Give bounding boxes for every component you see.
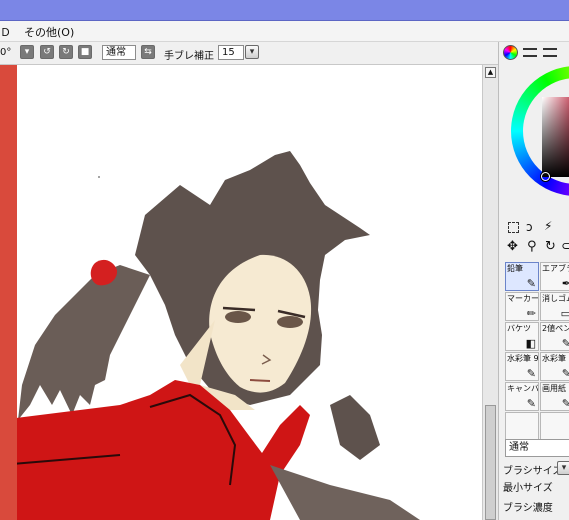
tool-label: キャンバス アクリル [507,384,539,393]
rotate-left-button[interactable]: ↺ [40,45,54,59]
chevron-down-icon: ▾ [249,47,255,57]
scroll-up-button[interactable]: ▲ [485,67,496,78]
tool-label: マーカー [507,294,539,303]
stabilizer-dropdown-button[interactable]: ▾ [245,45,259,59]
chevron-down-icon: ▾ [24,47,30,57]
flip-icon: ⇆ [144,47,152,57]
marker-icon: ✏ [526,307,536,320]
airbrush-icon: ✒ [562,278,569,289]
tool-label: 画用紙 アクリル [542,384,569,393]
tool-label: 鉛筆 [507,264,523,273]
triangle-up-icon: ▲ [487,68,494,76]
reset-rotation-button[interactable]: ■ [78,45,92,59]
color-picker-cursor[interactable] [541,172,550,181]
tool-paper-acrylic[interactable]: 画用紙 アクリル ✎ [540,382,569,411]
saturation-value-square[interactable] [542,97,569,177]
canvas-acrylic-icon: ✎ [526,397,536,410]
tool-label: 消しゴム [542,294,569,303]
tool-bucket[interactable]: バケツ ◧ [505,322,539,351]
color-wheel-icon[interactable] [503,45,518,60]
rotation-dropdown-button[interactable]: ▾ [20,45,34,59]
magic-wand-icon[interactable]: ⚡ [544,219,552,233]
tool-label: 水彩筆 9版 [507,354,539,363]
brush-blend-mode-select[interactable]: 通常 [505,439,569,457]
move-icon[interactable]: ✥ [507,239,518,254]
hsv-slider-icon[interactable] [543,48,557,57]
brush-size-label: ブラシサイズ [503,466,563,477]
rgb-slider-icon[interactable] [523,48,537,57]
tool-label: 水彩筆 10版 [542,354,569,363]
drawing-canvas[interactable] [0,65,482,520]
tool-empty-slot[interactable] [505,412,539,441]
bucket-icon: ◧ [525,337,536,350]
tool-eraser[interactable]: 消しゴム ▭ [540,292,569,321]
stabilizer-label: 手ブレ補正 [164,51,214,62]
pencil-icon: ✎ [526,277,536,290]
tool-label: バケツ [507,324,531,333]
brush-density-label: ブラシ濃度 [503,503,553,514]
watercolor-brush-icon: ✎ [526,367,536,380]
paper-acrylic-icon: ✎ [562,398,569,409]
tool-label: 2値ペン [542,324,569,333]
canvas-vertical-scrollbar[interactable]: ▲ [482,65,498,520]
zoom-icon[interactable]: ⚲ [527,239,537,254]
tool-canvas-acrylic[interactable]: キャンバス アクリル ✎ [505,382,539,411]
tool-label: エアブラシ [542,264,569,273]
rotate-left-icon: ↺ [43,47,51,57]
tool-empty-slot[interactable] [540,412,569,441]
watercolor-brush-icon: ✎ [562,368,569,379]
eraser-icon: ▭ [561,308,569,319]
rect-select-icon[interactable] [508,222,519,233]
rotate-icon[interactable]: ↻ [545,239,556,254]
menu-other[interactable]: その他(O) [24,24,74,40]
character-illustration [0,151,420,520]
tool-watercolor-9[interactable]: 水彩筆 9版 ✎ [505,352,539,381]
brush-size-dropdown[interactable]: ▾ [557,461,569,475]
tool-pencil[interactable]: 鉛筆 ✎ [505,262,539,291]
toolbar: 0° ▾ ↺ ↻ ■ 通常 ⇆ 手ブレ補正 15 ▾ [0,42,498,65]
tool-binary-pen[interactable]: 2値ペン ✎ [540,322,569,351]
stabilizer-select[interactable]: 15 [218,45,244,60]
blend-mode-select[interactable]: 通常 [102,45,136,60]
invert-button[interactable]: ⇆ [141,45,155,59]
rotation-angle-value: 0° [0,47,12,58]
left-panel-edge [0,65,17,520]
tool-panel: ↄ ⚡ ✥ ⚲ ↻ ⊂ 鉛筆 ✎ エアブラシ ✒ マーカー ✏ 消しゴム ▭ バ… [498,42,569,520]
lasso-icon[interactable]: ↄ [526,220,533,234]
tool-watercolor-10[interactable]: 水彩筆 10版 ✎ [540,352,569,381]
chevron-down-icon: ▾ [561,463,567,473]
title-bar [0,0,569,21]
hand-icon[interactable]: ⊂ [561,239,569,254]
min-size-label: 最小サイズ [503,483,553,494]
rotate-right-button[interactable]: ↻ [59,45,73,59]
tool-airbrush[interactable]: エアブラシ ✒ [540,262,569,291]
menu-item-partial[interactable]: Ｄ [0,24,11,40]
binary-pen-icon: ✎ [562,338,569,349]
rotate-right-icon: ↻ [62,47,70,57]
tool-marker[interactable]: マーカー ✏ [505,292,539,321]
square-icon: ■ [80,47,90,57]
scroll-thumb[interactable] [485,405,496,520]
menu-bar: Ｄ その他(O) [0,21,569,42]
